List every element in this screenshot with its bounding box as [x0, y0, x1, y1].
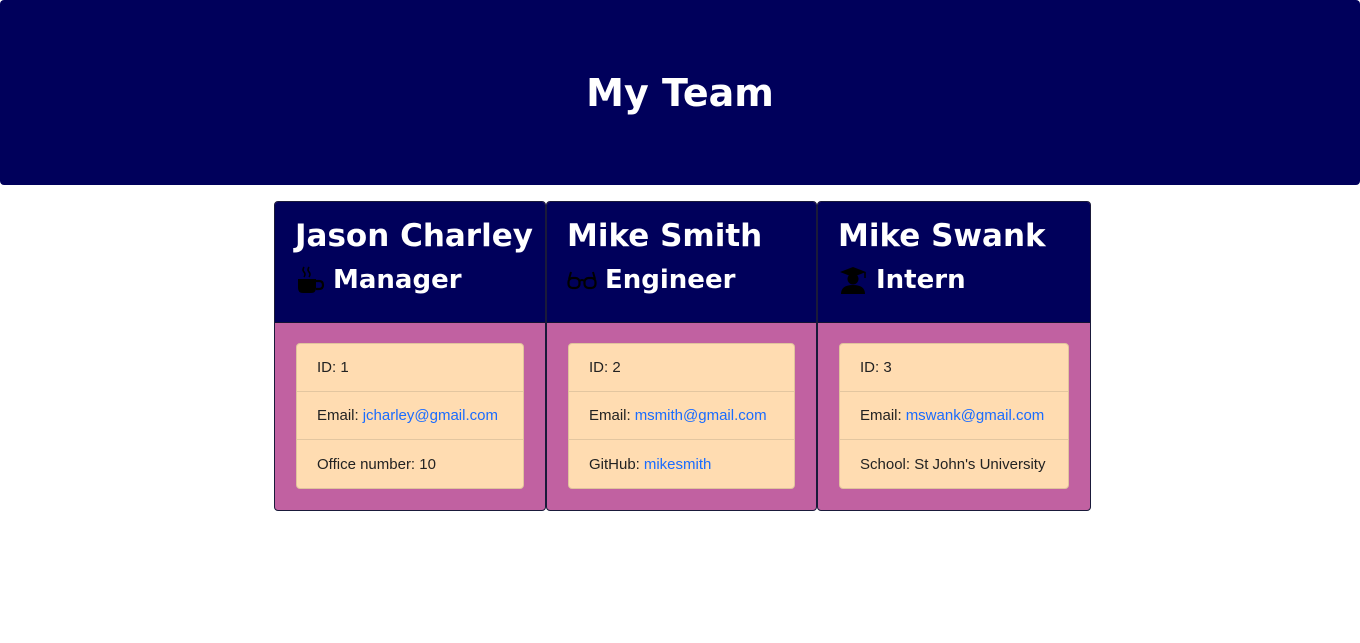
- employee-name: Mike Swank: [838, 218, 1046, 254]
- employee-name: Jason Charley: [295, 218, 533, 254]
- role-label: Intern: [876, 265, 966, 295]
- email-label: Email:: [860, 407, 902, 424]
- card-header: Mike Swank Intern: [818, 202, 1090, 323]
- employee-details: ID: 3 Email: mswank@gmail.com School: St…: [839, 343, 1069, 489]
- employee-role: Manager: [295, 262, 545, 298]
- github-label: GitHub:: [589, 455, 640, 473]
- page-header: My Team: [0, 0, 1360, 185]
- office-number: Office number: 10: [297, 440, 523, 488]
- employee-card-engineer: Mike Smith Engineer ID: 2 Email: msmith@…: [546, 201, 817, 511]
- card-body: ID: 3 Email: mswank@gmail.com School: St…: [818, 323, 1090, 509]
- team-cards: Jason Charley Manager ID: 1 Email: jchar…: [274, 201, 1091, 511]
- email-link[interactable]: jcharley@gmail.com: [363, 407, 498, 424]
- email-link[interactable]: msmith@gmail.com: [635, 407, 767, 424]
- office-number-text: Office number: 10: [317, 455, 436, 473]
- employee-role: Engineer: [567, 262, 816, 298]
- page-title: My Team: [586, 70, 774, 115]
- employee-email: Email: msmith@gmail.com: [569, 392, 794, 440]
- email-link[interactable]: mswank@gmail.com: [906, 407, 1045, 424]
- employee-name: Mike Smith: [567, 218, 763, 254]
- github-link[interactable]: mikesmith: [644, 456, 712, 473]
- employee-email: Email: mswank@gmail.com: [840, 392, 1068, 440]
- card-header: Jason Charley Manager: [275, 202, 545, 323]
- employee-details: ID: 1 Email: jcharley@gmail.com Office n…: [296, 343, 524, 489]
- email-label: Email:: [317, 407, 359, 424]
- employee-card-intern: Mike Swank Intern ID: 3 Email: mswank@gm…: [817, 201, 1091, 511]
- role-label: Engineer: [605, 265, 736, 295]
- employee-id: ID: 3: [840, 344, 1068, 392]
- graduate-icon: [838, 265, 868, 295]
- card-header: Mike Smith Engineer: [547, 202, 816, 323]
- employee-card-manager: Jason Charley Manager ID: 1 Email: jchar…: [274, 201, 546, 511]
- card-body: ID: 2 Email: msmith@gmail.com GitHub: mi…: [547, 323, 816, 509]
- id-text: ID: 2: [589, 359, 621, 376]
- school: School: St John's University: [840, 440, 1068, 488]
- coffee-mug-icon: [295, 265, 325, 295]
- employee-email: Email: jcharley@gmail.com: [297, 392, 523, 440]
- employee-details: ID: 2 Email: msmith@gmail.com GitHub: mi…: [568, 343, 795, 489]
- id-text: ID: 3: [860, 359, 892, 376]
- employee-id: ID: 1: [297, 344, 523, 392]
- school-text: School: St John's University: [860, 455, 1046, 473]
- card-body: ID: 1 Email: jcharley@gmail.com Office n…: [275, 323, 545, 509]
- glasses-icon: [567, 265, 597, 295]
- role-label: Manager: [333, 265, 462, 295]
- employee-id: ID: 2: [569, 344, 794, 392]
- id-text: ID: 1: [317, 359, 349, 376]
- employee-role: Intern: [838, 262, 1090, 298]
- email-label: Email:: [589, 407, 631, 424]
- github: GitHub: mikesmith: [569, 440, 794, 488]
